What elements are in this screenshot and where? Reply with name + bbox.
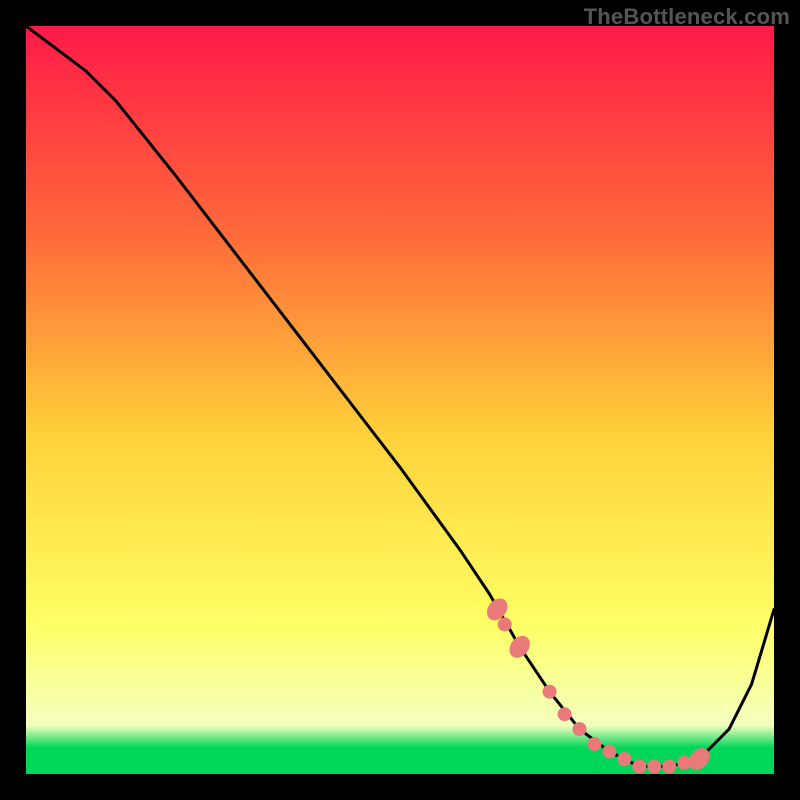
marker-point (632, 760, 646, 774)
chart-frame: TheBottleneck.com (0, 0, 800, 800)
marker-point (662, 760, 676, 774)
marker-point (588, 737, 602, 751)
gradient-background (26, 26, 774, 774)
marker-point (602, 745, 616, 759)
marker-point (617, 752, 631, 766)
marker-point (558, 707, 572, 721)
plot-area (26, 26, 774, 774)
marker-point (543, 685, 557, 699)
watermark-text: TheBottleneck.com (584, 4, 790, 30)
marker-point (498, 617, 512, 631)
plot-svg (26, 26, 774, 774)
marker-point (573, 722, 587, 736)
marker-point (647, 760, 661, 774)
